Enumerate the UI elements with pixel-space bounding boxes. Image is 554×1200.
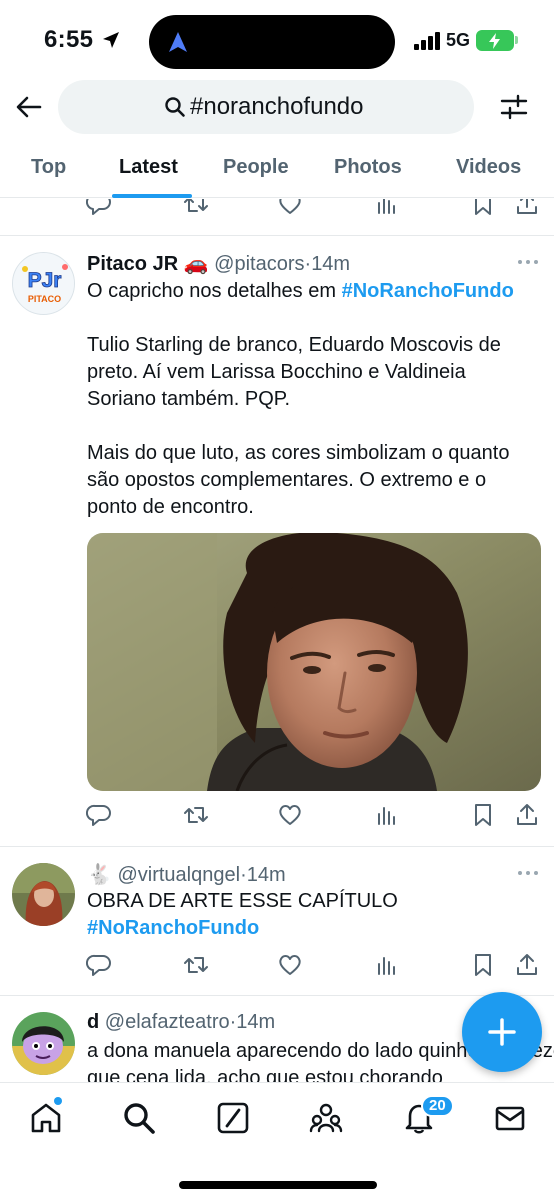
search-tabs: Top Latest People Photos Videos [0,142,554,198]
reply-icon[interactable] [86,802,112,828]
display-name[interactable]: d [87,1011,99,1033]
charging-bolt-icon [489,33,500,49]
share-icon[interactable] [514,952,540,978]
search-query: #noranchofundo [190,93,364,120]
timestamp: 14m [246,864,286,886]
search-icon [165,97,185,117]
tweet-actions [86,199,542,217]
hashtag-link[interactable]: #NoRanchoFundo [87,917,259,939]
bottom-nav: 20 [0,1082,554,1200]
compose-plus-icon [488,1018,516,1046]
battery-tip [515,36,518,44]
active-tab-indicator [112,194,192,198]
timestamp: 14m [311,253,351,275]
avatar[interactable]: PJr PITACO [12,252,75,315]
pitaco-logo: PJr PITACO [13,253,74,314]
handle[interactable]: @pitacors [214,253,304,275]
back-arrow-icon[interactable] [14,92,44,122]
reply-icon[interactable] [86,199,112,217]
network-type: 5G [446,30,471,50]
tweet-divider [0,846,554,847]
tweet-divider [0,235,554,236]
timestamp: 14m [236,1011,276,1033]
views-icon[interactable] [374,802,400,828]
tab-photos[interactable]: Photos [334,156,402,179]
tweet-header: 🐇 @virtualqngel·14m [87,864,286,886]
tweet-photo[interactable] [87,533,541,791]
battery-icon [476,30,514,51]
like-icon[interactable] [277,199,303,217]
tab-videos[interactable]: Videos [456,156,521,179]
grok-icon[interactable] [216,1101,250,1135]
avatar[interactable] [12,1012,75,1075]
explore-icon[interactable] [122,1101,156,1135]
search-header: #noranchofundo [0,78,554,138]
views-icon[interactable] [374,199,400,217]
tweet-text-line: preto. Aí vem Larissa Bocchino e Valdine… [87,361,466,383]
tweet-header: d @elafazteatro·14m [87,1011,276,1033]
tweet-text-line: Soriano também. PQP. [87,388,291,410]
clipped-action-row [0,199,554,217]
location-arrow-icon [103,32,119,48]
views-icon[interactable] [374,952,400,978]
tweet-header: Pitaco JR 🚗 @pitacors·14m [87,253,351,275]
search-input[interactable]: #noranchofundo [58,80,474,134]
portrait-photo [87,533,541,791]
tweet-text-line: são opostos complementares. O extremo e … [87,469,487,491]
tab-latest[interactable]: Latest [119,156,178,179]
handle[interactable]: @virtualqngel [117,864,240,886]
more-options-icon[interactable] [516,258,540,266]
like-icon[interactable] [277,952,303,978]
tweet-actions [86,802,542,832]
tweet-text-line: Mais do que luto, as cores simbolizam o … [87,442,510,464]
home-indicator [179,1181,377,1189]
bookmark-icon[interactable] [470,952,496,978]
status-time: 6:55 [44,26,94,53]
signal-icon [414,32,442,50]
status-bar: 6:55 5G [0,0,554,80]
retweet-icon[interactable] [183,952,209,978]
bookmark-icon[interactable] [470,802,496,828]
svg-text:PITACO: PITACO [28,294,61,304]
home-icon[interactable] [29,1101,63,1135]
tweet-text-line: Tulio Starling de branco, Eduardo Moscov… [87,334,501,356]
dynamic-island [149,15,395,69]
more-options-icon[interactable] [516,869,540,877]
like-icon[interactable] [277,802,303,828]
tab-people[interactable]: People [223,156,289,179]
home-unread-dot [54,1097,62,1105]
tab-top[interactable]: Top [31,156,66,179]
bookmark-icon[interactable] [470,199,496,217]
tweet-text-line: O capricho nos detalhes em #NoRanchoFund… [87,280,514,302]
compose-button[interactable] [462,992,542,1072]
handle[interactable]: @elafazteatro [105,1011,230,1033]
retweet-icon[interactable] [183,802,209,828]
filter-icon[interactable] [499,92,529,122]
retweet-icon[interactable] [183,199,209,217]
tweet-text-line: #NoRanchoFundo [87,915,259,942]
mail-icon[interactable] [493,1101,527,1135]
hashtag-link[interactable]: #NoRanchoFundo [342,280,514,302]
display-name[interactable]: 🐇 [87,864,112,886]
notifications-badge: 20 [421,1095,454,1117]
communities-icon[interactable] [309,1101,343,1135]
navigation-arrow-icon [169,32,187,52]
share-icon[interactable] [514,802,540,828]
avatar-image [12,1012,75,1075]
tweet-text-line: OBRA DE ARTE ESSE CAPÍTULO [87,890,398,912]
tweet-text-line: ponto de encontro. [87,496,254,518]
avatar[interactable] [12,863,75,926]
share-icon[interactable] [514,199,540,217]
tweet-text-line: que cena lida, acho que estou chorando [87,1067,443,1082]
reply-icon[interactable] [86,952,112,978]
tweet-actions [86,952,542,982]
svg-text:PJr: PJr [28,269,62,292]
avatar-image [12,863,75,926]
display-name[interactable]: Pitaco JR 🚗 [87,253,209,275]
